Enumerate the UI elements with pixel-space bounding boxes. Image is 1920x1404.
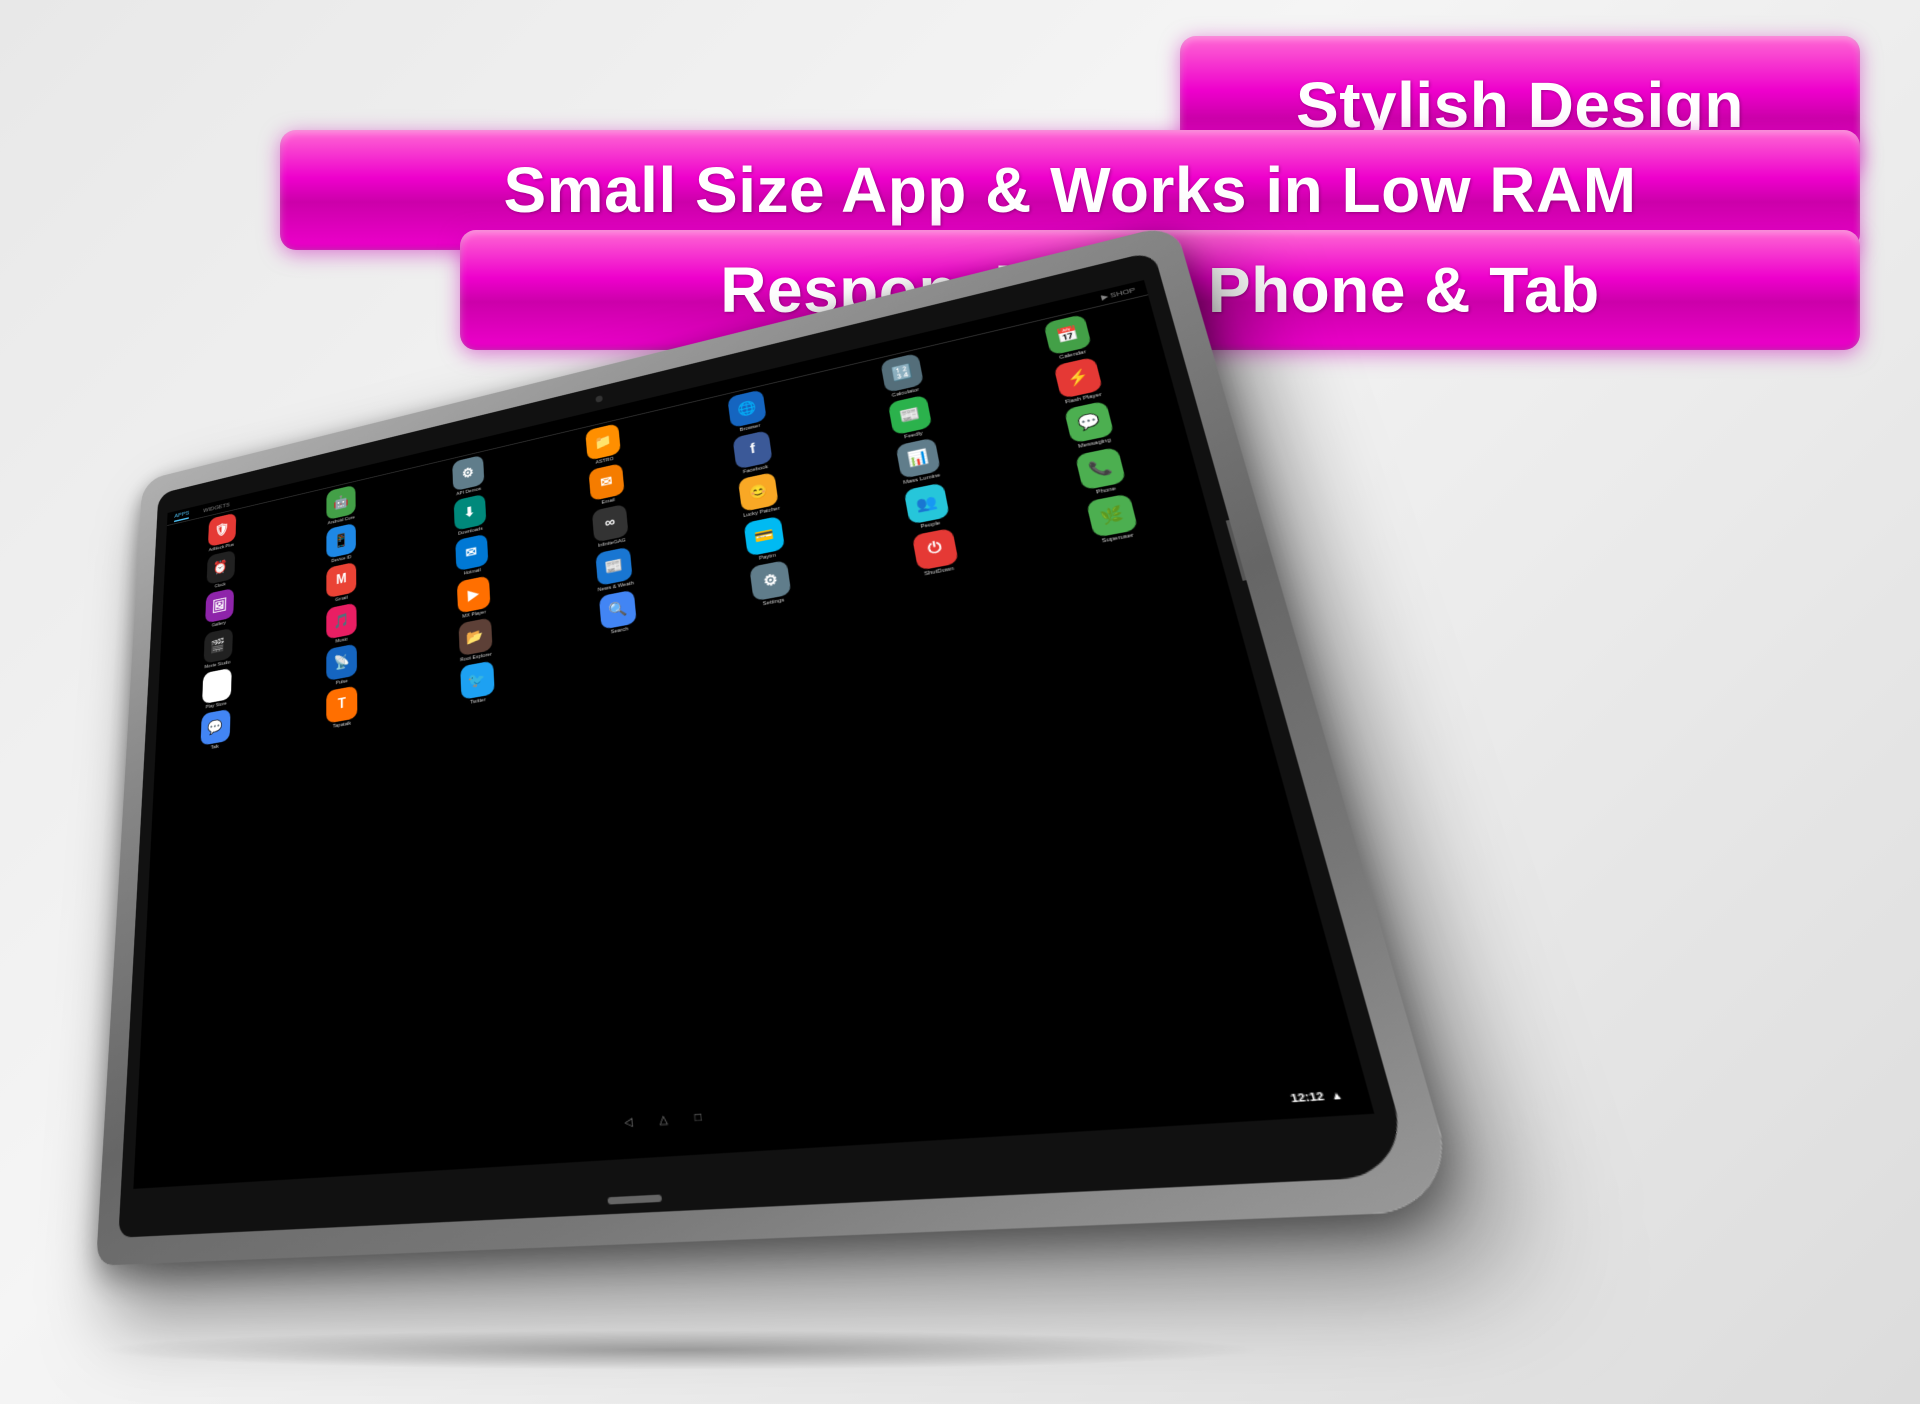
- camera-dot: [595, 395, 602, 403]
- tablet-screen: APPS WIDGETS ▶ SHOP 🛡 Adblock Plus 🤖 And…: [133, 280, 1374, 1189]
- widgets-tab: WIDGETS: [203, 501, 230, 514]
- small-size-label: Small Size App & Works in Low RAM: [503, 153, 1636, 227]
- tablet-shadow: [95, 1330, 1265, 1370]
- recents-nav-icon: □: [694, 1111, 702, 1124]
- charging-port: [607, 1195, 662, 1205]
- tablet-bezel: APPS WIDGETS ▶ SHOP 🛡 Adblock Plus 🤖 And…: [118, 251, 1414, 1238]
- app-icons-grid: 🛡 Adblock Plus 🤖 Android Cure ⚙ API Demo…: [155, 299, 1226, 762]
- home-nav-icon: △: [659, 1113, 668, 1126]
- volume-buttons: [1226, 518, 1253, 580]
- status-time: 12:12: [1289, 1089, 1325, 1105]
- apps-tab: APPS: [174, 509, 189, 522]
- tablet-device: APPS WIDGETS ▶ SHOP 🛡 Adblock Plus 🤖 And…: [30, 300, 1330, 1350]
- back-nav-icon: ◁: [624, 1116, 633, 1129]
- shop-button: ▶ SHOP: [1100, 286, 1136, 302]
- wifi-icon: ▲: [1329, 1089, 1344, 1102]
- status-bar: 12:12 ▲: [142, 1080, 1358, 1183]
- tablet-body: APPS WIDGETS ▶ SHOP 🛡 Adblock Plus 🤖 And…: [96, 224, 1463, 1266]
